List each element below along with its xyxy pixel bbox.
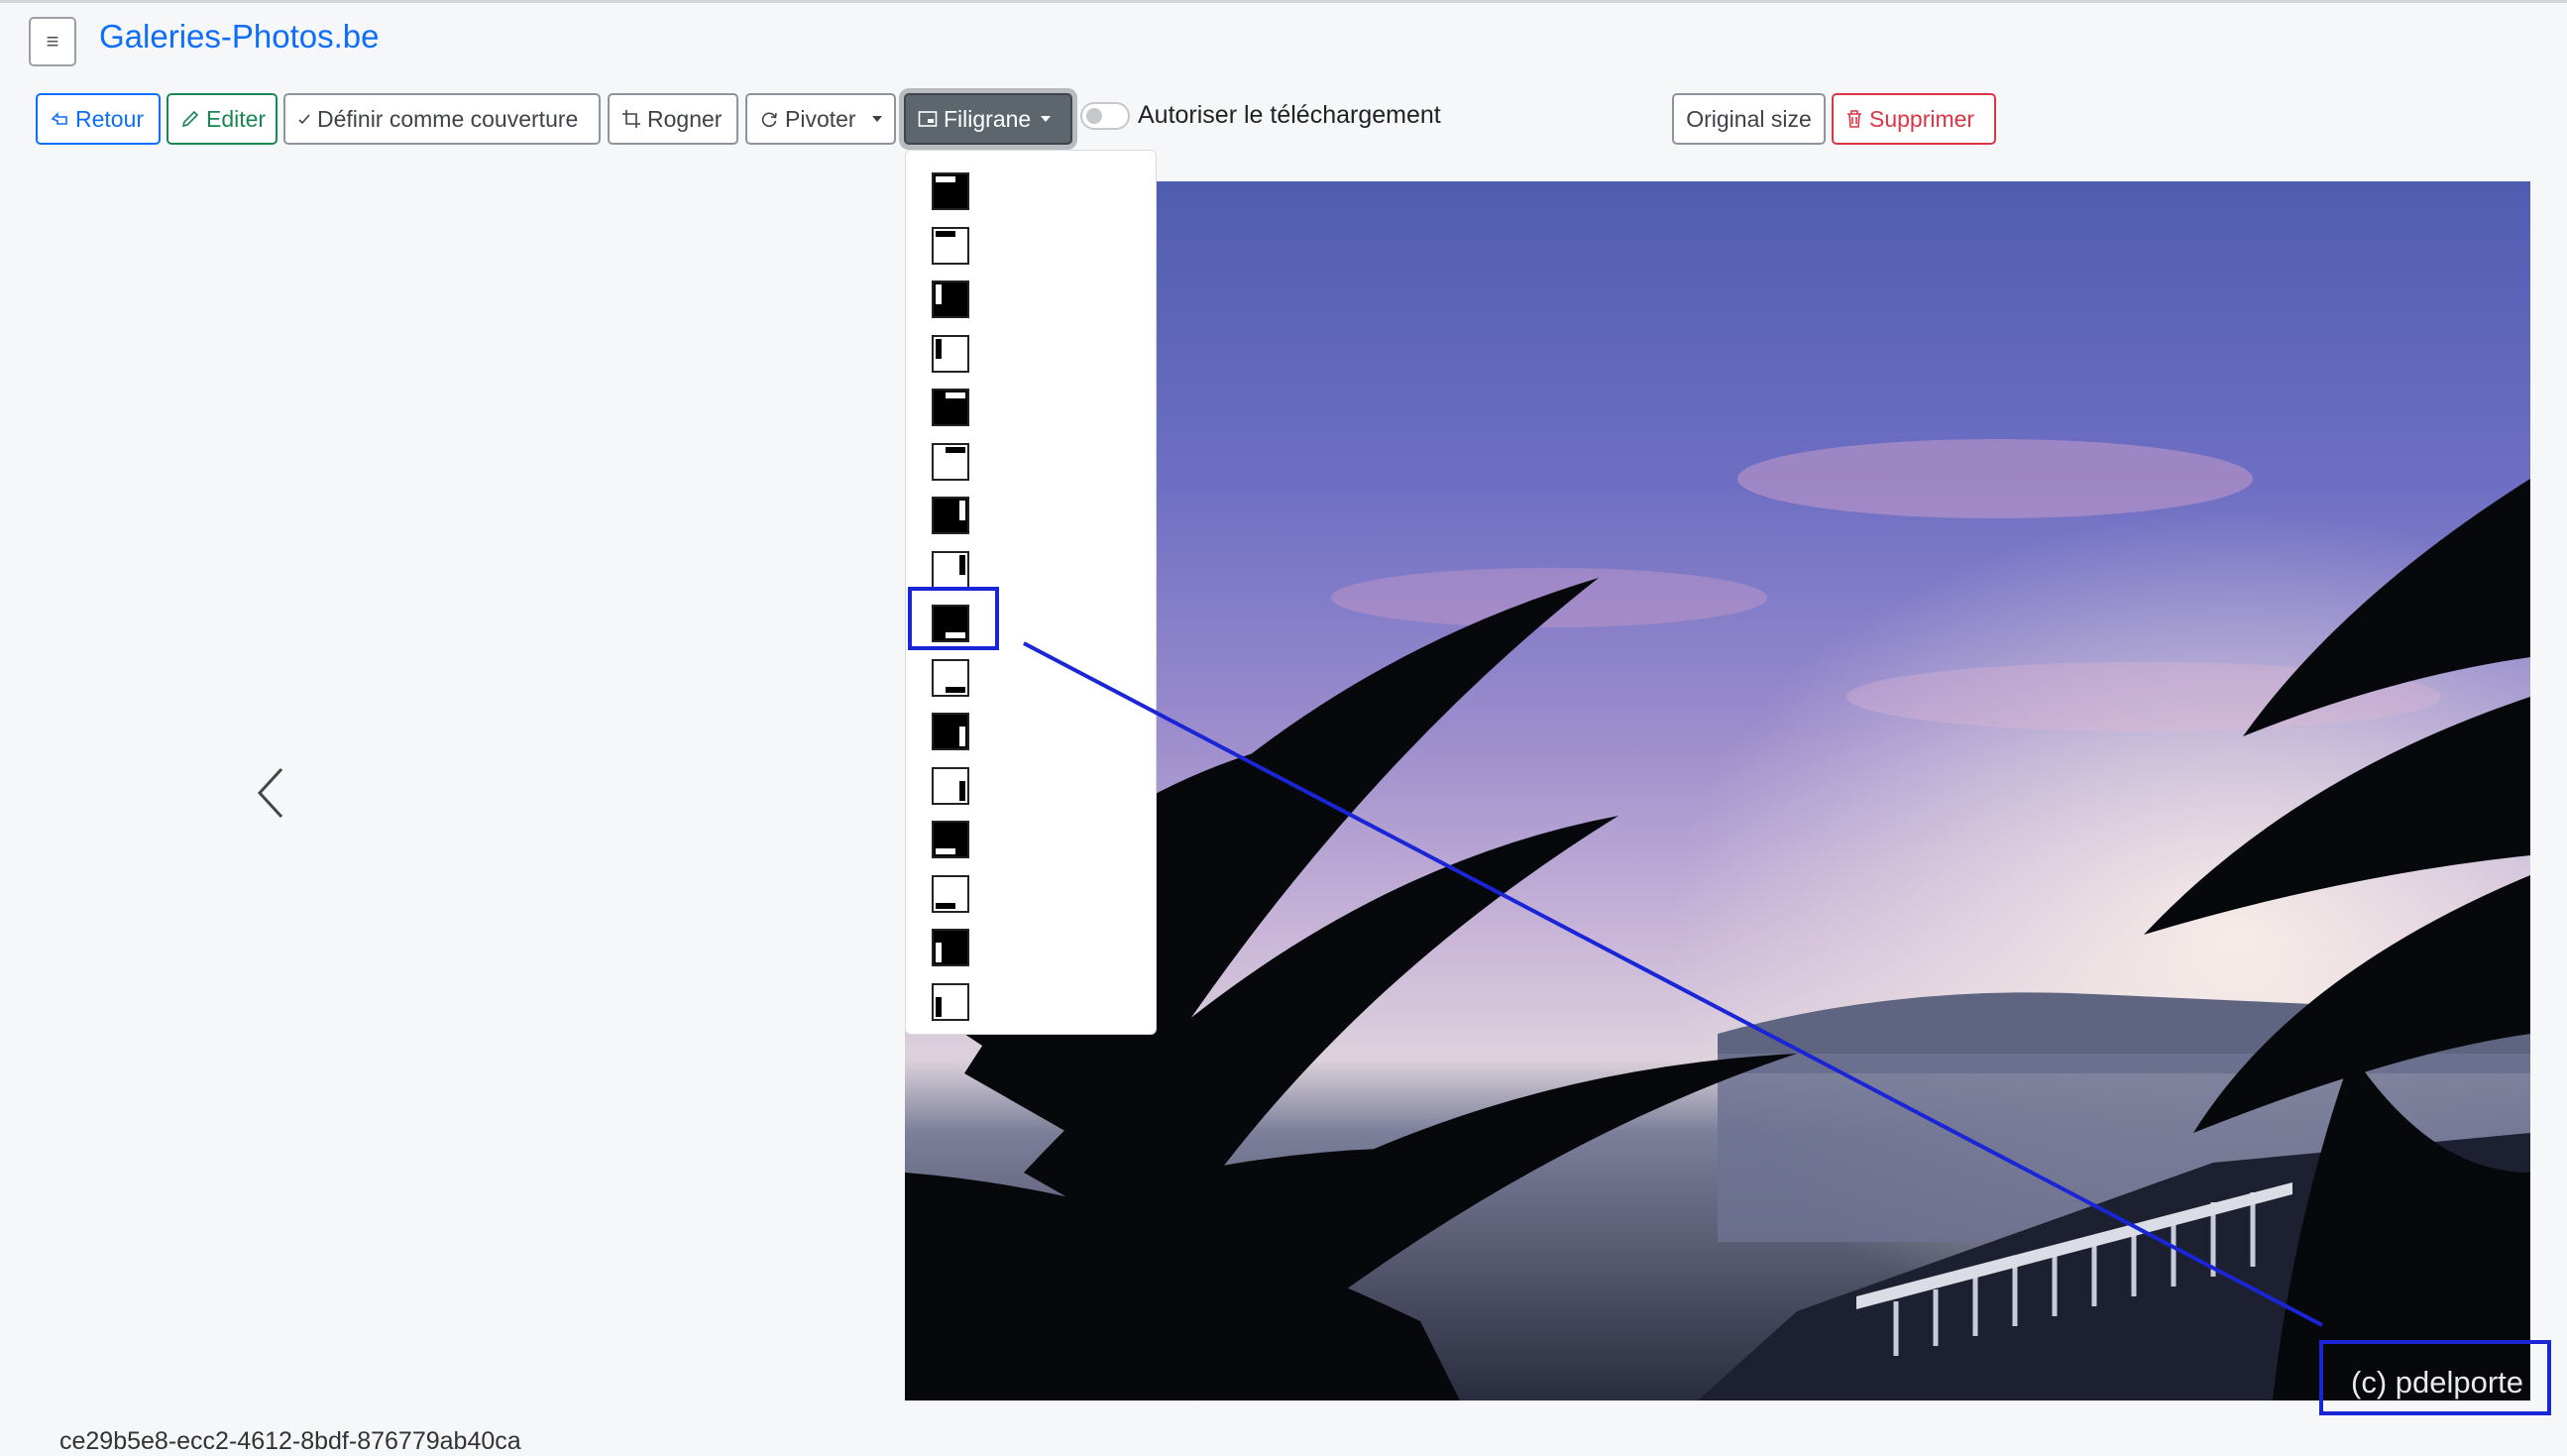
set-cover-button-label: Définir comme couverture [317,105,579,132]
watermark-option-top-left-vertical-outline[interactable] [932,334,969,373]
watermark-position-mark-icon [936,338,942,359]
toggle-knob [1086,108,1102,124]
edit-button-label: Editer [206,105,267,132]
watermark-position-mark-icon [946,686,965,693]
rotate-icon [761,112,777,128]
back-arrow-icon [51,112,67,125]
watermark-option-bottom-left-vertical-filled[interactable] [932,929,969,966]
watermark-position-mark-icon [936,848,955,854]
watermark-button-label: Filigrane [944,105,1032,132]
watermark-option-top-left-vertical-filled[interactable] [932,280,969,318]
selected-position-highlight [908,587,999,650]
top-border [0,0,2567,3]
allow-download-toggle[interactable] [1080,102,1130,130]
delete-button-label: Supprimer [1869,105,1975,132]
watermark-highlight-box [2319,1340,2551,1415]
back-button[interactable]: Retour [36,93,161,145]
crop-button[interactable]: Rogner [608,93,738,145]
watermark-dropdown-button[interactable]: Filigrane [904,93,1072,145]
watermark-option-top-right-vertical-outline[interactable] [932,550,969,589]
watermark-position-mark-icon [936,230,955,237]
photo-id-text: ce29b5e8-ecc2-4612-8bdf-876779ab40ca [59,1427,521,1455]
hamburger-icon: ≡ [46,29,59,54]
watermark-option-top-right-vertical-filled[interactable] [932,497,969,534]
watermark-option-bottom-right-vertical-filled[interactable] [932,713,969,750]
watermark-position-mark-icon [959,780,965,801]
watermark-position-mark-icon [946,446,965,453]
original-size-label: Original size [1686,105,1812,132]
watermark-position-mark-icon [936,996,942,1017]
watermark-position-mark-icon [959,554,965,575]
watermark-option-bottom-right-vertical-outline[interactable] [932,766,969,805]
watermark-option-bottom-left-horizontal-filled[interactable] [932,821,969,858]
watermark-position-mark-icon [946,392,965,398]
pencil-icon [181,110,199,128]
watermark-position-mark-icon [959,727,965,746]
watermark-position-mark-icon [936,284,942,304]
watermark-option-top-right-horizontal-filled[interactable] [932,389,969,426]
brand-link[interactable]: Galeries-Photos.be [99,18,379,56]
check-icon [298,114,310,125]
rotate-dropdown-button[interactable]: Pivoter [745,93,896,145]
watermark-position-mark-icon [936,176,955,182]
trash-icon [1847,110,1861,128]
watermark-option-bottom-left-horizontal-outline[interactable] [932,874,969,913]
set-cover-button[interactable]: Définir comme couverture [283,93,601,145]
watermark-position-mark-icon [959,501,965,520]
original-size-button[interactable]: Original size [1672,93,1826,145]
menu-toggle-button[interactable]: ≡ [29,17,76,66]
back-button-label: Retour [75,105,145,132]
watermark-position-mark-icon [936,943,942,962]
watermark-option-top-left-horizontal-outline[interactable] [932,226,969,265]
caret-down-icon [871,116,882,122]
caret-down-icon [1041,116,1052,122]
rotate-button-label: Pivoter [785,105,856,132]
edit-button[interactable]: Editer [167,93,278,145]
crop-button-label: Rogner [647,105,723,132]
crop-icon [622,110,640,128]
delete-button[interactable]: Supprimer [1832,93,1996,145]
watermark-option-bottom-left-vertical-outline[interactable] [932,982,969,1021]
watermark-image-icon [918,111,938,127]
previous-photo-chevron-icon[interactable] [254,765,289,821]
watermark-option-bottom-right-horizontal-outline[interactable] [932,658,969,697]
watermark-option-top-right-horizontal-outline[interactable] [932,442,969,481]
watermark-option-top-left-horizontal-filled[interactable] [932,172,969,210]
watermark-position-mark-icon [936,902,955,909]
allow-download-label: Autoriser le téléchargement [1138,101,1441,129]
